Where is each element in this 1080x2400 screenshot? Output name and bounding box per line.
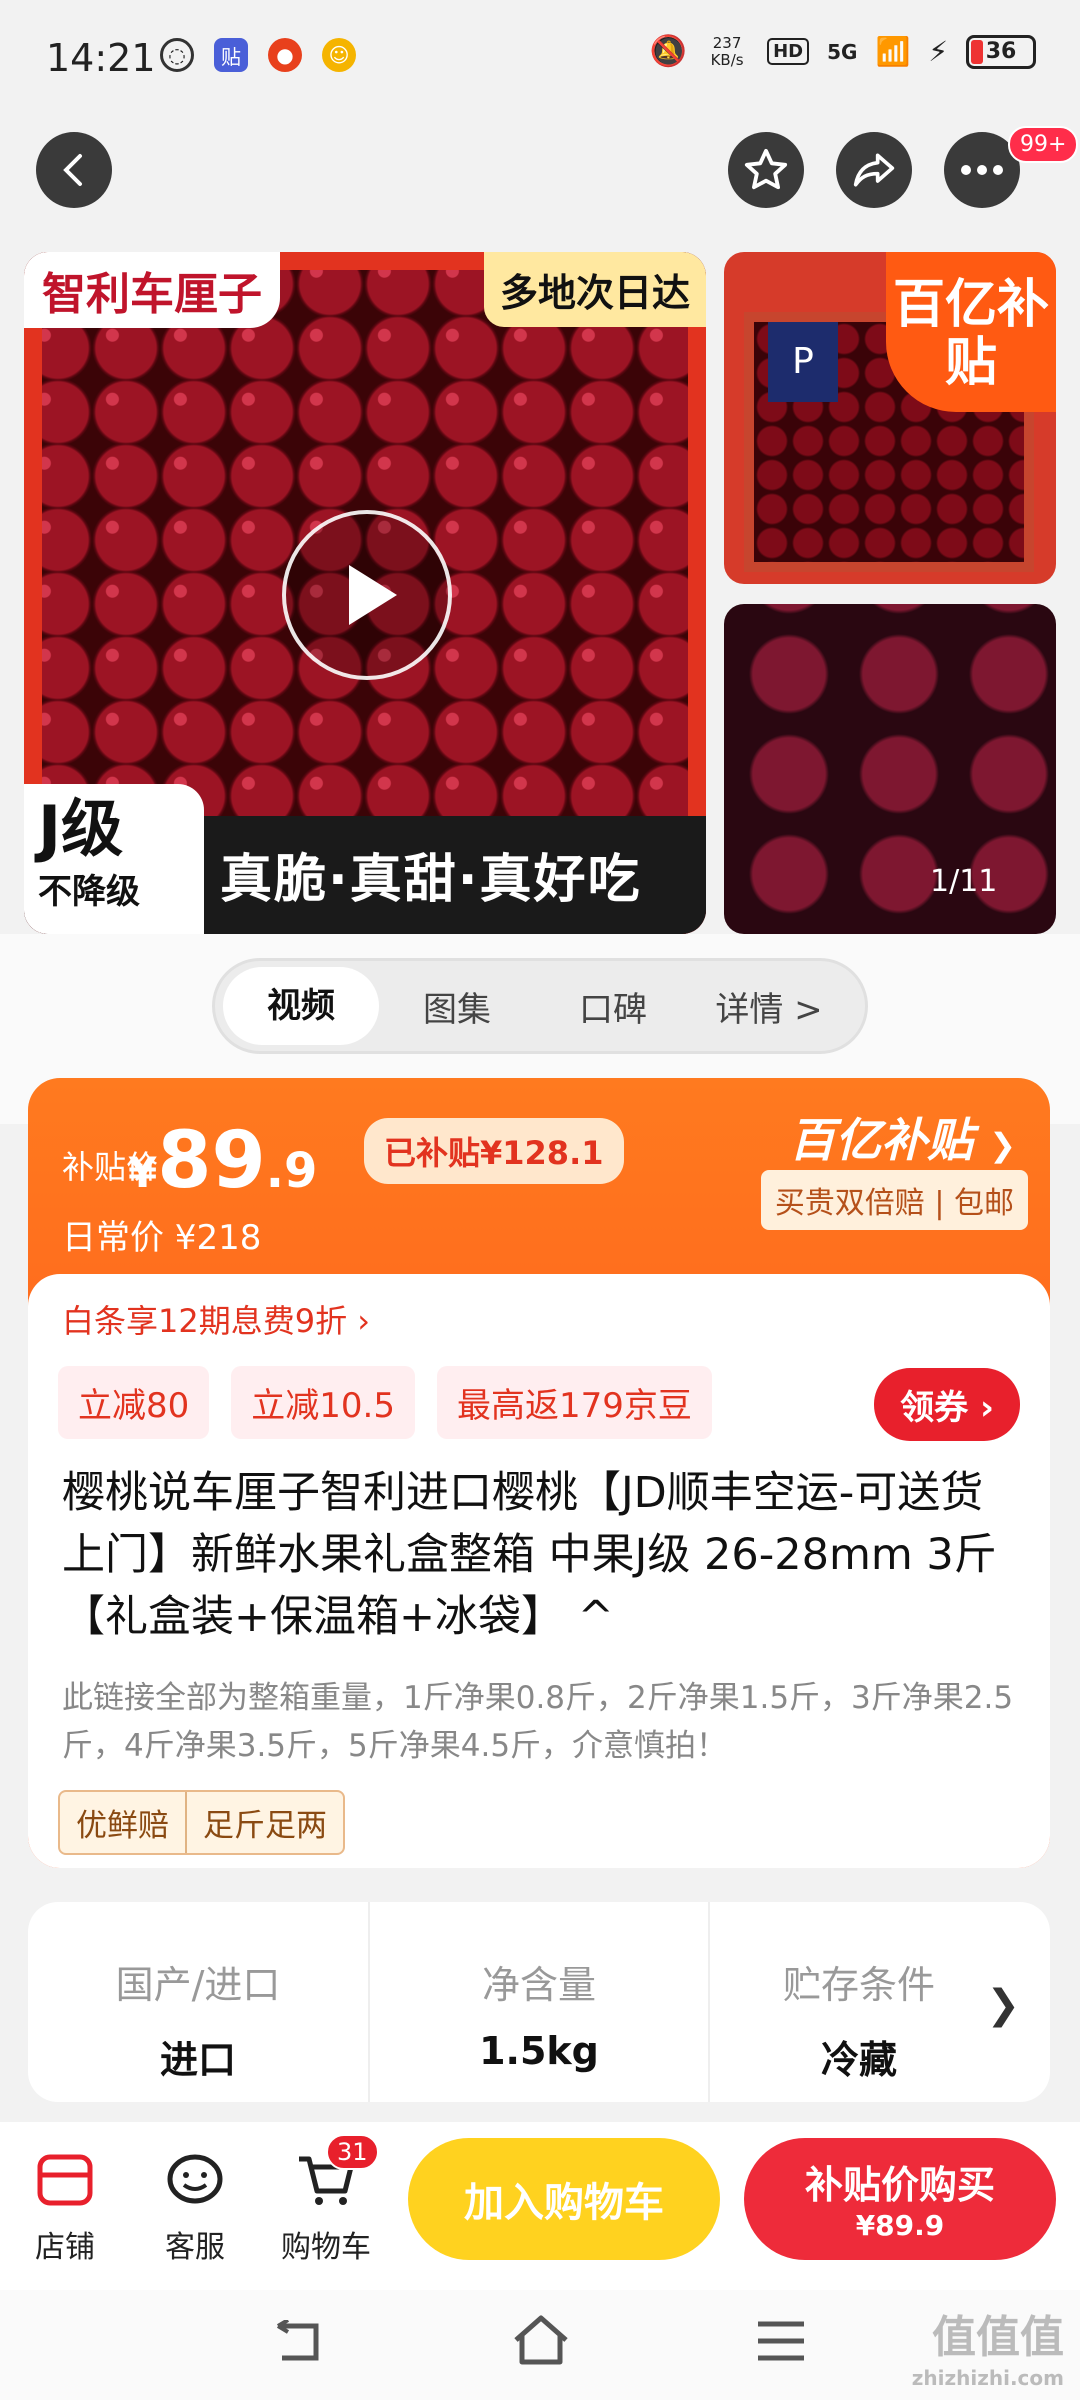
- share-button[interactable]: [836, 132, 912, 208]
- grade-label: J级 不降级: [24, 784, 204, 934]
- product-note: 此链接全部为整箱重量，1斤净果0.8斤，2斤净果1.5斤，3斤净果2.5斤，4斤…: [62, 1680, 1014, 1764]
- tag-item: 足斤足两: [185, 1792, 343, 1853]
- status-right: 🔕 237 KB/s HD 5G 📶 ⚡ 36: [650, 34, 1036, 69]
- status-time: 14:21: [46, 36, 156, 80]
- favorite-button[interactable]: [728, 132, 804, 208]
- main-video-thumbnail[interactable]: 智利车厘子 多地次日达 J级 不降级 真脆·真甜·真好吃: [24, 252, 706, 934]
- watermark: 值值值 zhizhizhi.com: [911, 2316, 1064, 2398]
- tab-video[interactable]: 视频: [223, 967, 379, 1045]
- star-icon: [744, 148, 788, 190]
- app-notification-icon: 贴: [214, 38, 248, 72]
- image-counter: 1/11: [930, 864, 998, 899]
- service-tags[interactable]: 优鲜赔 足斤足两: [58, 1790, 345, 1855]
- slogan-text: 真脆·真甜·真好吃: [220, 850, 642, 910]
- notification-icon: ◌: [160, 38, 194, 72]
- coupon-item[interactable]: 立减80: [58, 1366, 210, 1439]
- coupon-item[interactable]: 立减10.5: [231, 1366, 415, 1439]
- price-integer: 89: [157, 1116, 266, 1206]
- spec-item: 贮存条件 冷藏: [708, 1902, 1008, 2102]
- app-notification-icon: ☺: [322, 38, 356, 72]
- play-icon[interactable]: [282, 510, 452, 680]
- watermark-site: zhizhizhi.com: [911, 2366, 1064, 2390]
- price-card: 补贴价 ¥89.9 已补贴¥128.1 日常价 ¥218 百亿补贴 ❯ 买贵双倍…: [28, 1078, 1050, 1868]
- subsidized-amount: 已补贴¥128.1: [364, 1118, 624, 1184]
- more-dots-icon: [961, 165, 1003, 175]
- guarantee-text: 买贵双倍赔 | 包邮: [760, 1170, 1028, 1230]
- battery-icon: 36: [966, 34, 1036, 69]
- spec-key: 国产/进口: [115, 1963, 281, 2007]
- grade-small: 不降级: [38, 872, 140, 912]
- net-speed: 237 KB/s: [710, 33, 744, 69]
- subsidy-brand-link[interactable]: 百亿补贴 ❯: [789, 1104, 1016, 1170]
- status-app-icons: ◌ 贴 ● ☺: [160, 38, 356, 72]
- get-coupon-button[interactable]: 领券 ›: [874, 1368, 1020, 1441]
- subsidy-brand: 百亿补贴: [789, 1113, 974, 1167]
- buy-now-button[interactable]: 补贴价购买 ¥89.9: [744, 2138, 1056, 2260]
- spec-card[interactable]: 国产/进口 进口 净含量 1.5kg 贮存条件 冷藏 ❯: [28, 1902, 1050, 2102]
- coupon-item[interactable]: 最高返179京豆: [436, 1366, 712, 1439]
- box-logo: P: [768, 322, 838, 402]
- cart-badge: 31: [326, 2134, 379, 2170]
- price-decimal: .9: [265, 1143, 318, 1199]
- signal-icon: 5G: [827, 39, 858, 64]
- baitiao-promo[interactable]: 白条享12期息费9折 ›: [62, 1296, 370, 1342]
- tab-reviews[interactable]: 口碑: [535, 982, 691, 1031]
- system-home-icon[interactable]: [512, 2314, 570, 2366]
- add-to-cart-button[interactable]: 加入购物车: [408, 2138, 720, 2260]
- origin-label: 智利车厘子: [24, 252, 280, 328]
- chevron-right-icon: ❯: [986, 1982, 1020, 2028]
- hd-icon: HD: [767, 38, 810, 65]
- share-icon: [853, 153, 895, 187]
- back-button[interactable]: [36, 132, 112, 208]
- delivery-label: 多地次日达: [483, 252, 706, 327]
- shop-button[interactable]: 店铺: [22, 2148, 108, 2266]
- wifi-icon: 📶: [875, 35, 911, 68]
- gallery-thumb-box[interactable]: P 百亿补贴: [724, 252, 1056, 584]
- tab-gallery[interactable]: 图集: [379, 982, 535, 1031]
- spec-item: 国产/进口 进口: [28, 1902, 368, 2102]
- price-value: ¥89.9: [128, 1116, 317, 1206]
- shop-label: 店铺: [35, 2230, 95, 2265]
- bottom-action-bar: 店铺 客服 购物车 31 加入购物车 补贴价购买 ¥89.9: [0, 2122, 1080, 2290]
- product-info: 白条享12期息费9折 › 立减80 立减10.5 最高返179京豆 领券 › 樱…: [28, 1274, 1050, 1868]
- shop-icon: [33, 2148, 97, 2212]
- grade-big: J级: [38, 792, 124, 865]
- coupon-list: 立减80 立减10.5 最高返179京豆: [58, 1366, 712, 1439]
- spec-item: 净含量 1.5kg: [368, 1902, 708, 2102]
- spec-value: 进口: [159, 2038, 236, 2082]
- daily-price: 日常价 ¥218: [62, 1218, 262, 1258]
- chat-icon: [163, 2148, 227, 2212]
- app-notification-icon: ●: [268, 38, 302, 72]
- product-title: 樱桃说车厘子智利进口樱桃【JD顺丰空运-可送货上门】新鲜水果礼盒整箱 中果J级 …: [62, 1468, 997, 1642]
- message-badge: 99+: [1008, 126, 1079, 163]
- subsidy-badge: 百亿补贴: [886, 252, 1056, 412]
- back-arrow-icon: [63, 154, 82, 186]
- watermark-main: 值值值: [932, 2312, 1064, 2363]
- buy-label: 补贴价购买: [804, 2163, 995, 2207]
- spec-key: 贮存条件: [782, 1963, 935, 2007]
- buy-price: ¥89.9: [855, 2209, 945, 2242]
- tab-details[interactable]: 详情 >: [691, 982, 847, 1031]
- spec-value: 1.5kg: [479, 2029, 599, 2073]
- charging-icon: ⚡: [928, 35, 948, 68]
- service-button[interactable]: 客服: [152, 2148, 238, 2266]
- tag-item: 优鲜赔: [76, 1808, 169, 1844]
- price-yen: ¥: [128, 1148, 158, 1197]
- system-back-icon[interactable]: [270, 2320, 324, 2364]
- spec-value: 冷藏: [820, 2038, 897, 2082]
- media-tabs: 视频 图集 口碑 详情 >: [212, 958, 868, 1054]
- chevron-right-icon: ❯: [989, 1126, 1016, 1164]
- spec-key: 净含量: [481, 1963, 596, 2007]
- battery-level: 36: [985, 39, 1017, 64]
- status-bar: 14:21 ◌ 贴 ● ☺ 🔕 237 KB/s HD 5G 📶 ⚡ 36: [0, 0, 1080, 110]
- cart-label: 购物车: [281, 2230, 371, 2265]
- system-menu-icon[interactable]: [756, 2320, 806, 2362]
- mute-icon: 🔕: [649, 34, 688, 69]
- service-label: 客服: [165, 2230, 225, 2265]
- gallery-thumb-hand[interactable]: [724, 604, 1056, 934]
